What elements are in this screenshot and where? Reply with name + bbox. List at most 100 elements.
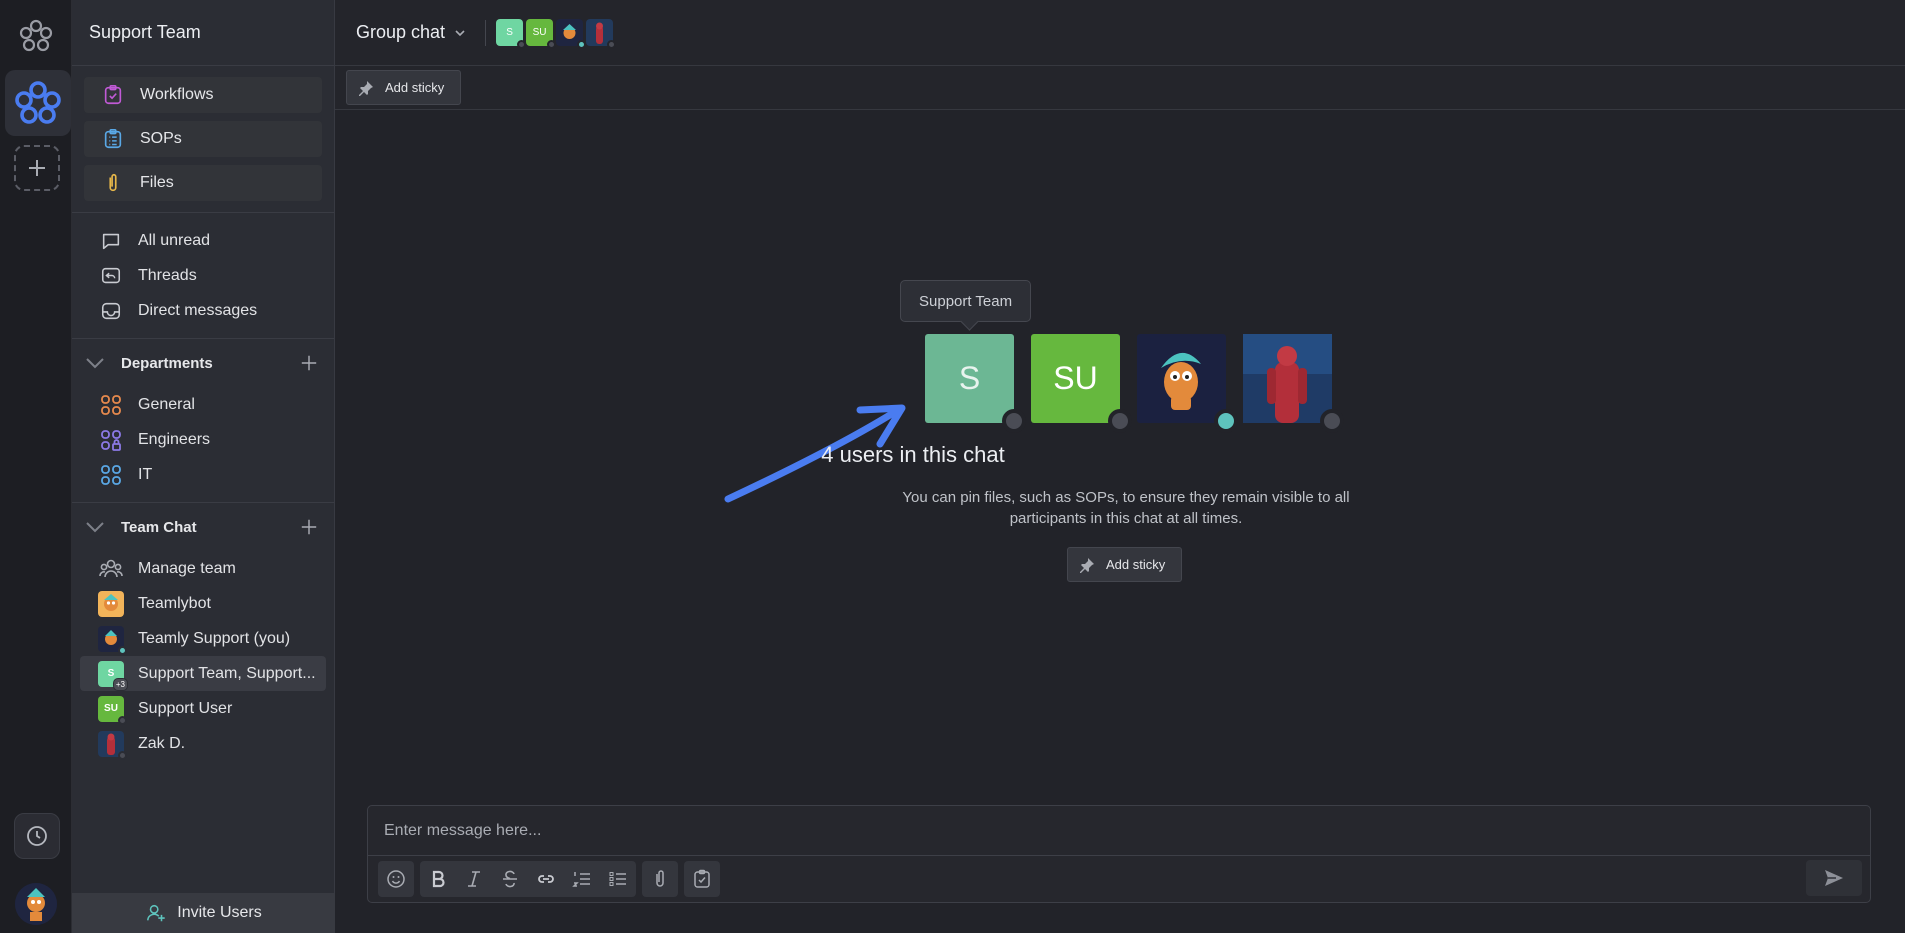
- online-status-dot: [1214, 409, 1238, 433]
- sidebar-item-threads[interactable]: Threads: [72, 258, 334, 293]
- message-input[interactable]: [368, 806, 1870, 856]
- team-chat-section: Team Chat Manage team Teamlybot Teamly S…: [72, 503, 334, 769]
- grid-icon: [98, 462, 124, 488]
- member-avatar[interactable]: S: [925, 334, 1026, 433]
- strikethrough-icon: [503, 870, 517, 888]
- sidebar-item-engineers[interactable]: Engineers: [72, 422, 334, 457]
- clock-icon: [27, 826, 47, 846]
- sidebar-item-workflows[interactable]: Workflows: [84, 77, 322, 113]
- people-icon: [98, 556, 124, 582]
- send-icon: [1825, 870, 1843, 886]
- member-count-badge: +3: [112, 677, 128, 691]
- sidebar-item-general[interactable]: General: [72, 387, 334, 422]
- users-count: 4 users in this chat: [335, 442, 1905, 468]
- invite-users-label: Invite Users: [177, 904, 262, 921]
- user-avatar[interactable]: [15, 883, 57, 925]
- add-department-button[interactable]: [298, 352, 320, 374]
- attach-workflow-button[interactable]: [684, 861, 720, 897]
- offline-status-dot: [517, 40, 527, 49]
- attach-file-button[interactable]: [642, 861, 678, 897]
- sidebar-item-teamly-support[interactable]: Teamly Support (you): [72, 621, 334, 656]
- sidebar-item-teamlybot[interactable]: Teamlybot: [72, 586, 334, 621]
- sidebar-item-label: Manage team: [138, 559, 236, 577]
- users-count-text: 4 users in this chat: [821, 442, 1005, 467]
- bold-icon: [432, 870, 445, 888]
- ordered-list-button[interactable]: [564, 861, 600, 897]
- app-logo-icon[interactable]: [18, 18, 54, 54]
- chat-members: S SU: [925, 334, 1344, 433]
- nav-section: All unread Threads Direct messages: [72, 213, 334, 339]
- avatar-text: S: [958, 360, 981, 396]
- link-button[interactable]: [528, 861, 564, 897]
- ordered-list-icon: [572, 872, 590, 887]
- member-avatar[interactable]: SU: [1031, 334, 1132, 433]
- sidebar-item-zak[interactable]: Zak D.: [72, 726, 334, 761]
- sidebar-item-label: Threads: [138, 266, 197, 284]
- chevron-down-icon[interactable]: [82, 514, 108, 540]
- paperclip-icon: [100, 170, 126, 196]
- plus-icon: [29, 160, 45, 176]
- offline-status-dot: [547, 40, 557, 49]
- chat-title-dropdown[interactable]: Group chat: [356, 22, 467, 43]
- bold-button[interactable]: [420, 861, 456, 897]
- sidebar-item-manage-team[interactable]: Manage team: [72, 551, 334, 586]
- sidebar-item-label: Teamly Support (you): [138, 629, 291, 647]
- offline-status-dot: [1320, 409, 1344, 433]
- offline-status-dot: [118, 750, 127, 760]
- team-chat-title: Team Chat: [121, 518, 197, 536]
- participant-avatar[interactable]: S: [496, 19, 527, 49]
- departments-title: Departments: [121, 354, 213, 372]
- app-window: Support Team Workflows SOPs Files All un…: [0, 0, 1905, 933]
- sidebar-item-it[interactable]: IT: [72, 457, 334, 492]
- participant-avatar[interactable]: [556, 19, 587, 49]
- workspace-name[interactable]: Support Team: [72, 0, 334, 66]
- bullet-list-button[interactable]: [600, 861, 636, 897]
- paperclip-icon: [656, 870, 664, 887]
- departments-header[interactable]: Departments: [72, 339, 334, 387]
- workflow-group: [684, 861, 720, 897]
- sidebar-item-sops[interactable]: SOPs: [84, 121, 322, 157]
- sidebar-item-label: IT: [138, 465, 153, 483]
- participant-avatars[interactable]: S SU: [496, 19, 617, 49]
- workspace-switcher-active[interactable]: [5, 70, 71, 136]
- sidebar-item-direct-messages[interactable]: Direct messages: [72, 293, 334, 328]
- sidebar-item-group-chat[interactable]: S +3 Support Team, Support...: [80, 656, 326, 691]
- participant-avatar[interactable]: [586, 19, 617, 49]
- sticky-bar: Add sticky: [335, 66, 1905, 110]
- main-panel: Group chat S SU Add sticky Support Team …: [335, 0, 1905, 933]
- offline-status-dot: [1108, 409, 1132, 433]
- offline-status-dot: [607, 40, 617, 49]
- team-chat-header[interactable]: Team Chat: [72, 503, 334, 551]
- invite-users-button[interactable]: Invite Users: [72, 893, 335, 933]
- sidebar-item-label: Engineers: [138, 430, 211, 448]
- participant-avatar[interactable]: SU: [526, 19, 557, 49]
- clipboard-list-icon: [100, 126, 126, 152]
- offline-status-dot: [1002, 409, 1026, 433]
- pinned-section: Workflows SOPs Files: [72, 66, 334, 213]
- member-avatar[interactable]: [1137, 334, 1238, 433]
- strikethrough-button[interactable]: [492, 861, 528, 897]
- workflow-check-icon: [694, 869, 710, 888]
- center-add-sticky-wrap: Add sticky: [1067, 547, 1183, 582]
- send-button[interactable]: [1806, 860, 1862, 896]
- avatar-text: SU: [1053, 360, 1098, 396]
- message-composer: [367, 805, 1871, 903]
- workspace-rail: [0, 0, 72, 933]
- avatar-text: SU: [532, 27, 547, 38]
- member-avatar[interactable]: [1243, 334, 1344, 433]
- chevron-down-icon[interactable]: [82, 350, 108, 376]
- sidebar-item-support-user[interactable]: SU Support User: [72, 691, 334, 726]
- emoji-button[interactable]: [378, 861, 414, 897]
- add-workspace-button[interactable]: [14, 145, 60, 191]
- sidebar-item-files[interactable]: Files: [84, 165, 322, 201]
- history-button[interactable]: [14, 813, 60, 859]
- add-sticky-button[interactable]: Add sticky: [346, 70, 462, 105]
- sidebar-item-all-unread[interactable]: All unread: [72, 223, 334, 258]
- italic-button[interactable]: [456, 861, 492, 897]
- add-chat-button[interactable]: [298, 516, 320, 538]
- emoji-group: [378, 861, 414, 897]
- sidebar-item-label: Support User: [138, 699, 233, 717]
- formatting-toolbar: [368, 856, 1870, 902]
- add-sticky-button-center[interactable]: Add sticky: [1067, 547, 1183, 582]
- teamlybot-avatar: [98, 590, 124, 617]
